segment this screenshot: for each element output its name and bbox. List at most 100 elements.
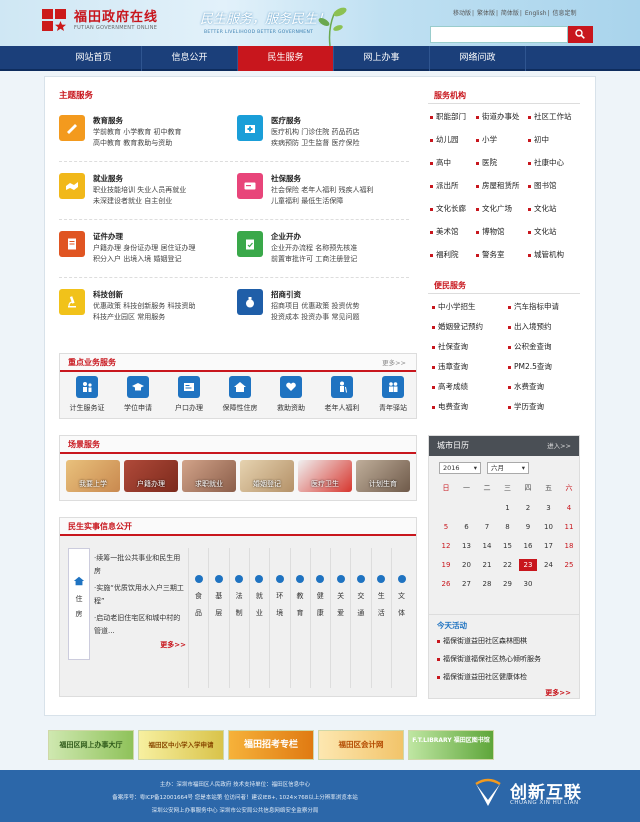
org-item[interactable]: 警务室	[476, 249, 505, 260]
life-item[interactable]: 汽车指标申请	[508, 301, 559, 312]
org-item[interactable]: 社区工作站	[528, 111, 572, 122]
org-item[interactable]: 美术馆	[430, 226, 459, 237]
practical-news-item[interactable]: ·实施“优质饮用水入户三期工程”	[94, 582, 186, 608]
calendar-day[interactable]: 24	[540, 559, 558, 571]
theme-employment[interactable]: 就业服务 职业技能培训 失业人员再就业 未深建设者就业 自主创业	[59, 173, 229, 225]
category-5[interactable]: 教育	[289, 548, 310, 688]
calendar-day[interactable]: 12	[437, 540, 455, 552]
theme-medical[interactable]: 医疗服务 医疗机构 门诊住院 药品药店 疾病预防 卫生监督 医疗保险	[237, 115, 407, 167]
link-subscribe[interactable]: 信息定制	[552, 10, 576, 17]
kb-assistance[interactable]: 救助资助	[268, 376, 314, 413]
life-item[interactable]: 婚姻登记预约	[432, 321, 483, 332]
calendar-day[interactable]: 3	[540, 502, 558, 514]
banner-library[interactable]: F.T.LIBRARY 福田区图书馆	[408, 730, 494, 760]
scene-household[interactable]: 户籍办理	[124, 460, 178, 492]
calendar-day[interactable]: 15	[499, 540, 517, 552]
activity-item[interactable]: 福保街道益田社区森林图棋	[437, 636, 527, 646]
category-9[interactable]: 生活	[370, 548, 391, 688]
kb-housing[interactable]: 保障性住房	[217, 376, 263, 413]
calendar-day[interactable]: 21	[478, 559, 496, 571]
calendar-day[interactable]: 25	[560, 559, 578, 571]
life-item[interactable]: 高考成绩	[432, 381, 468, 392]
calendar-day[interactable]: 29	[499, 578, 517, 590]
life-item[interactable]: 中小学招生	[432, 301, 476, 312]
life-item[interactable]: 公积金查询	[508, 341, 552, 352]
search-button[interactable]	[568, 26, 593, 43]
life-item[interactable]: 电费查询	[432, 401, 468, 412]
banner-recruitment[interactable]: 福田招考专栏	[228, 730, 314, 760]
kb-school-place[interactable]: 学位申请	[115, 376, 161, 413]
theme-investment[interactable]: 招商引资 招商项目 优惠政策 投资优势 投资成本 投资办事 常见问题	[237, 289, 407, 341]
activity-item[interactable]: 福保街道益田社区健康体检	[437, 672, 527, 682]
calendar-day[interactable]: 5	[437, 521, 455, 533]
link-english[interactable]: English	[525, 10, 547, 17]
calendar-day[interactable]: 19	[437, 559, 455, 571]
calendar-day[interactable]: 23	[519, 559, 537, 571]
link-traditional[interactable]: 繁体版	[477, 10, 495, 17]
calendar-day[interactable]: 27	[458, 578, 476, 590]
tab-housing[interactable]: 住房	[68, 548, 90, 660]
org-item[interactable]: 房屋租赁所	[476, 180, 520, 191]
org-item[interactable]: 高中	[430, 157, 451, 168]
banner-school-admission[interactable]: 福田区中小学入学申请	[138, 730, 224, 760]
category-1[interactable]: 基层	[208, 548, 228, 688]
category-2[interactable]: 法制	[228, 548, 249, 688]
org-item[interactable]: 文化广场	[476, 203, 512, 214]
scene-medical[interactable]: 医疗卫生	[298, 460, 352, 492]
life-item[interactable]: 社保查询	[432, 341, 468, 352]
scene-jobs[interactable]: 求职就业	[182, 460, 236, 492]
org-item[interactable]: 职能部门	[430, 111, 466, 122]
org-item[interactable]: 城管机构	[528, 249, 564, 260]
org-item[interactable]: 福利院	[430, 249, 459, 260]
calendar-day[interactable]: 13	[458, 540, 476, 552]
calendar-day[interactable]: 9	[519, 521, 537, 533]
link-simplified[interactable]: 简体版	[501, 10, 519, 17]
site-logo[interactable]: 福田政府在线 FUTIAN GOVERNMENT ONLINE	[42, 9, 158, 33]
org-item[interactable]: 派出所	[430, 180, 459, 191]
nav-info-public[interactable]: 信息公开	[142, 46, 238, 71]
calendar-day[interactable]: 10	[540, 521, 558, 533]
category-10[interactable]: 文体	[391, 548, 411, 688]
practical-news-item[interactable]: ·续筹一批公共事业和民生用房	[94, 552, 186, 578]
calendar-day[interactable]: 28	[478, 578, 496, 590]
category-3[interactable]: 就业	[248, 548, 269, 688]
life-item[interactable]: 水费查询	[508, 381, 544, 392]
life-item[interactable]: 违章查询	[432, 361, 468, 372]
category-0[interactable]: 食品	[188, 548, 208, 688]
calendar-day[interactable]: 11	[560, 521, 578, 533]
kb-elderly[interactable]: 老年人福利	[319, 376, 365, 413]
nav-home[interactable]: 网站首页	[46, 46, 142, 71]
life-item[interactable]: 学历查询	[508, 401, 544, 412]
category-8[interactable]: 交通	[350, 548, 370, 688]
theme-certificates[interactable]: 证件办理 户籍办理 身份证办理 居住证办理 积分入户 出境入境 婚姻登记	[59, 231, 229, 283]
scene-family-planning[interactable]: 计划生育	[356, 460, 410, 492]
calendar-day[interactable]: 4	[560, 502, 578, 514]
theme-education[interactable]: 教育服务 学前教育 小学教育 初中教育 高中教育 教育救助与资助	[59, 115, 229, 167]
org-item[interactable]: 文化长廊	[430, 203, 466, 214]
calendar-day[interactable]: 22	[499, 559, 517, 571]
calendar-day[interactable]: 1	[499, 502, 517, 514]
month-select[interactable]: 六月 ▾	[487, 462, 529, 474]
category-4[interactable]: 环境	[269, 548, 289, 688]
org-item[interactable]: 小学	[476, 134, 497, 145]
year-select[interactable]: 2016 ▾	[439, 462, 481, 474]
category-7[interactable]: 关爱	[330, 548, 350, 688]
activity-more[interactable]: 更多>>	[545, 688, 571, 698]
calendar-day[interactable]: 2	[519, 502, 537, 514]
search-input[interactable]	[430, 26, 568, 43]
org-item[interactable]: 街道办事处	[476, 111, 520, 122]
calendar-day[interactable]: 17	[540, 540, 558, 552]
scene-school[interactable]: 我要上学	[66, 460, 120, 492]
org-item[interactable]: 图书馆	[528, 180, 557, 191]
nav-online-affairs[interactable]: 网上办事	[334, 46, 430, 71]
calendar-day[interactable]: 7	[478, 521, 496, 533]
calendar-day[interactable]: 26	[437, 578, 455, 590]
nav-online-inquiry[interactable]: 网络问政	[430, 46, 526, 71]
org-item[interactable]: 医院	[476, 157, 497, 168]
calendar-day[interactable]: 20	[458, 559, 476, 571]
org-item[interactable]: 博物馆	[476, 226, 505, 237]
activity-item[interactable]: 福保街道福保社区热心倾听服务	[437, 654, 541, 664]
calendar-day[interactable]: 6	[458, 521, 476, 533]
calendar-more[interactable]: 进入>>	[547, 436, 571, 456]
category-6[interactable]: 健康	[309, 548, 330, 688]
